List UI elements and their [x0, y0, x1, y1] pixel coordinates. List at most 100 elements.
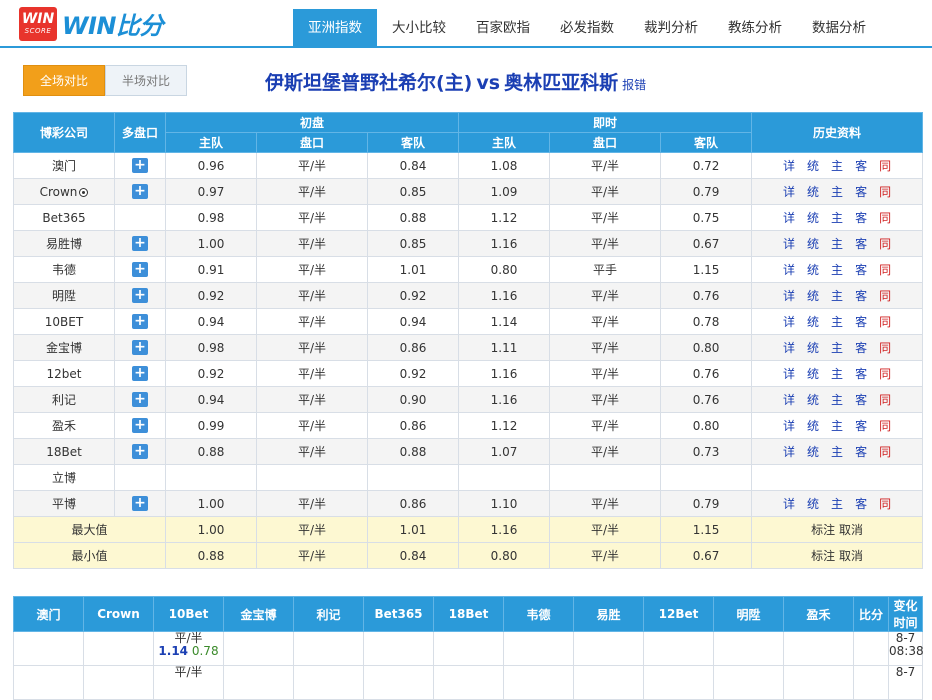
history-link-3[interactable]: 客 [855, 419, 867, 433]
report-error-link[interactable]: 报错 [622, 78, 646, 92]
history-link-0[interactable]: 详 [783, 419, 795, 433]
expand-plus-icon[interactable]: + [132, 262, 148, 277]
history-link-4[interactable]: 同 [879, 341, 891, 355]
expand-plus-icon[interactable]: + [132, 366, 148, 381]
history-link-4[interactable]: 同 [879, 237, 891, 251]
history-link-2[interactable]: 主 [831, 341, 843, 355]
history-link-1[interactable]: 统 [807, 159, 819, 173]
history-link-2[interactable]: 主 [831, 263, 843, 277]
history-link-2[interactable]: 主 [831, 419, 843, 433]
nav-tab-3[interactable]: 必发指数 [545, 9, 629, 48]
history-link-0[interactable]: 详 [783, 341, 795, 355]
expand-plus-icon[interactable]: + [132, 340, 148, 355]
history-link-3[interactable]: 客 [855, 497, 867, 511]
company-name[interactable]: 利记 [52, 393, 76, 407]
company-name[interactable]: 金宝博 [46, 341, 82, 355]
history-link-3[interactable]: 客 [855, 445, 867, 459]
history-link-2[interactable]: 主 [831, 445, 843, 459]
history-link-0[interactable]: 详 [783, 237, 795, 251]
expand-plus-icon[interactable]: + [132, 158, 148, 173]
history-link-4[interactable]: 同 [879, 367, 891, 381]
history-link-3[interactable]: 客 [855, 185, 867, 199]
history-link-2[interactable]: 主 [831, 237, 843, 251]
history-link-1[interactable]: 统 [807, 445, 819, 459]
history-link-1[interactable]: 统 [807, 315, 819, 329]
history-link-3[interactable]: 客 [855, 289, 867, 303]
history-link-4[interactable]: 同 [879, 445, 891, 459]
nav-tab-0[interactable]: 亚洲指数 [293, 9, 377, 48]
history-link-2[interactable]: 主 [831, 289, 843, 303]
company-name[interactable]: 韦德 [52, 263, 76, 277]
expand-plus-icon[interactable]: + [132, 444, 148, 459]
history-link-1[interactable]: 统 [807, 341, 819, 355]
expand-plus-icon[interactable]: + [132, 418, 148, 433]
company-name[interactable]: Crown [40, 185, 78, 199]
history-link-3[interactable]: 客 [855, 367, 867, 381]
history-link-3[interactable]: 客 [855, 237, 867, 251]
history-link-3[interactable]: 客 [855, 341, 867, 355]
history-link-0[interactable]: 详 [783, 263, 795, 277]
company-name[interactable]: 立博 [52, 471, 76, 485]
history-link-3[interactable]: 客 [855, 315, 867, 329]
history-link-1[interactable]: 统 [807, 263, 819, 277]
history-link-0[interactable]: 详 [783, 367, 795, 381]
expand-plus-icon[interactable]: + [132, 392, 148, 407]
history-link-0[interactable]: 详 [783, 393, 795, 407]
history-link-4[interactable]: 同 [879, 211, 891, 225]
company-name[interactable]: 明陞 [52, 289, 76, 303]
half-match-compare-button[interactable]: 半场对比 [105, 65, 187, 96]
history-link-4[interactable]: 同 [879, 263, 891, 277]
history-link-2[interactable]: 主 [831, 497, 843, 511]
expand-plus-icon[interactable]: + [132, 236, 148, 251]
company-name[interactable]: 18Bet [46, 445, 82, 459]
history-link-3[interactable]: 客 [855, 263, 867, 277]
history-link-1[interactable]: 统 [807, 289, 819, 303]
expand-plus-icon[interactable]: + [132, 314, 148, 329]
history-link-0[interactable]: 详 [783, 497, 795, 511]
history-link-4[interactable]: 同 [879, 159, 891, 173]
expand-plus-icon[interactable]: + [132, 288, 148, 303]
history-link-4[interactable]: 同 [879, 315, 891, 329]
summary-actions[interactable]: 标注 取消 [751, 516, 924, 543]
company-name[interactable]: 盈禾 [52, 419, 76, 433]
history-link-3[interactable]: 客 [855, 393, 867, 407]
history-link-0[interactable]: 详 [783, 185, 795, 199]
company-name[interactable]: 易胜博 [46, 237, 82, 251]
history-link-3[interactable]: 客 [855, 211, 867, 225]
history-link-2[interactable]: 主 [831, 393, 843, 407]
history-link-1[interactable]: 统 [807, 185, 819, 199]
nav-tab-6[interactable]: 数据分析 [797, 9, 881, 48]
nav-tab-1[interactable]: 大小比较 [377, 9, 461, 48]
nav-tab-4[interactable]: 裁判分析 [629, 9, 713, 48]
history-link-0[interactable]: 详 [783, 211, 795, 225]
expand-plus-icon[interactable]: + [132, 496, 148, 511]
history-link-4[interactable]: 同 [879, 497, 891, 511]
history-link-1[interactable]: 统 [807, 367, 819, 381]
site-logo[interactable]: WIN SCORE WIN比分 [19, 6, 164, 41]
company-name[interactable]: 12bet [47, 367, 82, 381]
company-name[interactable]: 平博 [52, 497, 76, 511]
history-link-4[interactable]: 同 [879, 419, 891, 433]
nav-tab-2[interactable]: 百家欧指 [461, 9, 545, 48]
history-link-1[interactable]: 统 [807, 497, 819, 511]
history-link-4[interactable]: 同 [879, 185, 891, 199]
company-name[interactable]: 澳门 [52, 159, 76, 173]
history-link-4[interactable]: 同 [879, 393, 891, 407]
history-link-4[interactable]: 同 [879, 289, 891, 303]
company-name[interactable]: Bet365 [42, 211, 85, 225]
history-link-2[interactable]: 主 [831, 159, 843, 173]
expand-plus-icon[interactable]: + [132, 184, 148, 199]
history-link-0[interactable]: 详 [783, 289, 795, 303]
history-link-1[interactable]: 统 [807, 419, 819, 433]
history-link-3[interactable]: 客 [855, 159, 867, 173]
history-link-0[interactable]: 详 [783, 159, 795, 173]
history-link-1[interactable]: 统 [807, 237, 819, 251]
history-link-2[interactable]: 主 [831, 211, 843, 225]
history-link-0[interactable]: 详 [783, 315, 795, 329]
history-link-2[interactable]: 主 [831, 367, 843, 381]
company-name[interactable]: 10BET [45, 315, 83, 329]
history-link-1[interactable]: 统 [807, 211, 819, 225]
history-link-1[interactable]: 统 [807, 393, 819, 407]
nav-tab-5[interactable]: 教练分析 [713, 9, 797, 48]
summary-actions[interactable]: 标注 取消 [751, 542, 924, 569]
